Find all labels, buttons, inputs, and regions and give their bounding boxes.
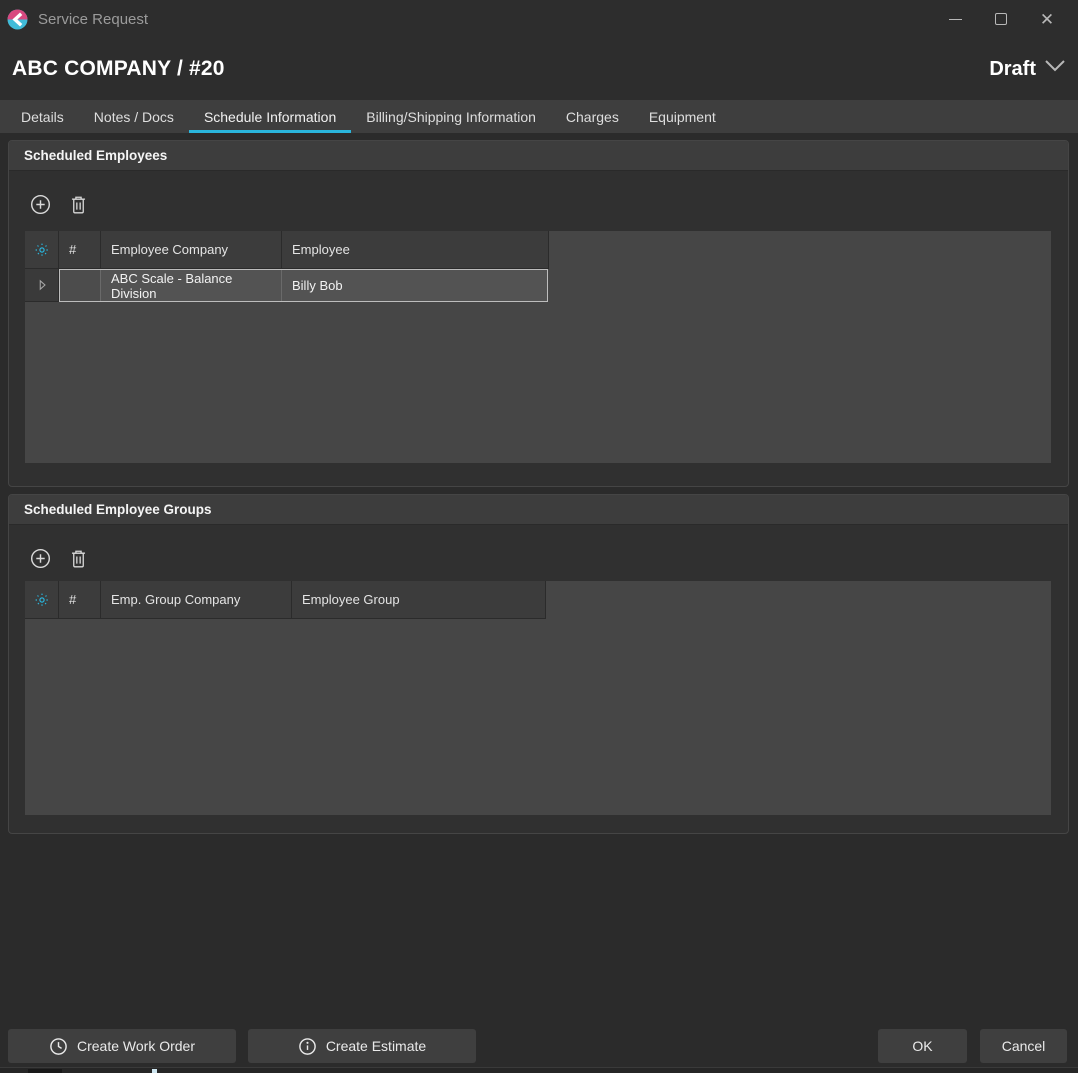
create-estimate-button[interactable]: Create Estimate <box>248 1029 476 1063</box>
button-label: Create Work Order <box>77 1038 195 1054</box>
scheduled-employee-groups-header: Scheduled Employee Groups <box>9 495 1068 525</box>
add-employee-group-button[interactable] <box>29 547 51 569</box>
sun-burst-icon <box>34 242 50 258</box>
button-label: Cancel <box>1002 1038 1046 1054</box>
tab-equipment[interactable]: Equipment <box>634 100 731 133</box>
groups-grid-header: # Emp. Group Company Employee Group <box>25 581 1051 619</box>
close-button[interactable]: ✕ <box>1024 0 1070 38</box>
cell-employee[interactable]: Billy Bob <box>282 269 548 302</box>
cell-employee-company[interactable]: ABC Scale - Balance Division <box>101 269 282 302</box>
background-window-highlight <box>152 1069 157 1073</box>
scheduled-employee-groups-section: Scheduled Employee Groups # Emp. Group C… <box>8 494 1069 834</box>
clock-icon <box>49 1037 68 1056</box>
employees-grid-header: # Employee Company Employee <box>25 231 1051 269</box>
minimize-icon <box>949 19 962 20</box>
employees-grid: # Employee Company Employee ABC Scale - … <box>25 231 1051 463</box>
app-header: ABC COMPANY / #20 Draft <box>0 38 1078 100</box>
button-label: OK <box>912 1038 932 1054</box>
column-header-employee-group[interactable]: Employee Group <box>292 581 546 619</box>
button-label: Create Estimate <box>326 1038 426 1054</box>
window-controls: ✕ <box>932 0 1078 38</box>
section-title: Scheduled Employee Groups <box>24 502 212 517</box>
employees-toolbar <box>29 193 1068 215</box>
status-badge: Draft <box>989 58 1036 81</box>
scheduled-employees-section: Scheduled Employees # Employee Company E… <box>8 140 1069 487</box>
window-title: Service Request <box>38 11 148 28</box>
close-icon: ✕ <box>1040 11 1054 28</box>
tab-billing-shipping-information[interactable]: Billing/Shipping Information <box>351 100 551 133</box>
cancel-button[interactable]: Cancel <box>980 1029 1067 1063</box>
delete-employee-group-button[interactable] <box>67 547 89 569</box>
sun-burst-icon <box>34 592 50 608</box>
minimize-button[interactable] <box>932 0 978 38</box>
column-chooser-button[interactable] <box>25 231 59 269</box>
column-header-employee-company[interactable]: Employee Company <box>101 231 282 269</box>
tab-bar: Details Notes / Docs Schedule Informatio… <box>0 100 1078 133</box>
tab-schedule-information[interactable]: Schedule Information <box>189 100 351 133</box>
chevron-down-icon <box>1044 59 1066 73</box>
tab-details[interactable]: Details <box>6 100 79 133</box>
column-chooser-button[interactable] <box>25 581 59 619</box>
status-dropdown[interactable]: Draft <box>989 58 1066 81</box>
employee-row-cells: ABC Scale - Balance Division Billy Bob <box>59 269 548 302</box>
app-logo-icon <box>7 9 28 30</box>
ok-button[interactable]: OK <box>878 1029 967 1063</box>
triangle-right-icon <box>35 278 49 292</box>
scheduled-employees-header: Scheduled Employees <box>9 141 1068 171</box>
cell-row-number <box>59 269 101 302</box>
page-title: ABC COMPANY / #20 <box>12 57 225 81</box>
maximize-icon <box>995 13 1007 25</box>
create-work-order-button[interactable]: Create Work Order <box>8 1029 236 1063</box>
column-header-num[interactable]: # <box>59 231 101 269</box>
tab-notes-docs[interactable]: Notes / Docs <box>79 100 189 133</box>
background-window-segment <box>28 1069 62 1073</box>
column-header-group-company[interactable]: Emp. Group Company <box>101 581 292 619</box>
plus-circle-icon <box>30 194 51 215</box>
section-title: Scheduled Employees <box>24 148 167 163</box>
background-window-edge <box>0 1067 1078 1073</box>
groups-toolbar <box>29 547 1068 569</box>
column-header-num[interactable]: # <box>59 581 101 619</box>
trash-icon <box>69 194 88 215</box>
delete-employee-button[interactable] <box>67 193 89 215</box>
maximize-button[interactable] <box>978 0 1024 38</box>
add-employee-button[interactable] <box>29 193 51 215</box>
trash-icon <box>69 548 88 569</box>
employee-row[interactable]: ABC Scale - Balance Division Billy Bob <box>25 269 1051 302</box>
grid-header-filler <box>549 231 1051 269</box>
column-header-employee[interactable]: Employee <box>282 231 549 269</box>
titlebar: Service Request ✕ <box>0 0 1078 38</box>
info-circle-icon <box>298 1037 317 1056</box>
employee-groups-grid: # Emp. Group Company Employee Group <box>25 581 1051 815</box>
plus-circle-icon <box>30 548 51 569</box>
tab-charges[interactable]: Charges <box>551 100 634 133</box>
grid-header-filler <box>546 581 1051 619</box>
row-expander-button[interactable] <box>25 269 59 302</box>
